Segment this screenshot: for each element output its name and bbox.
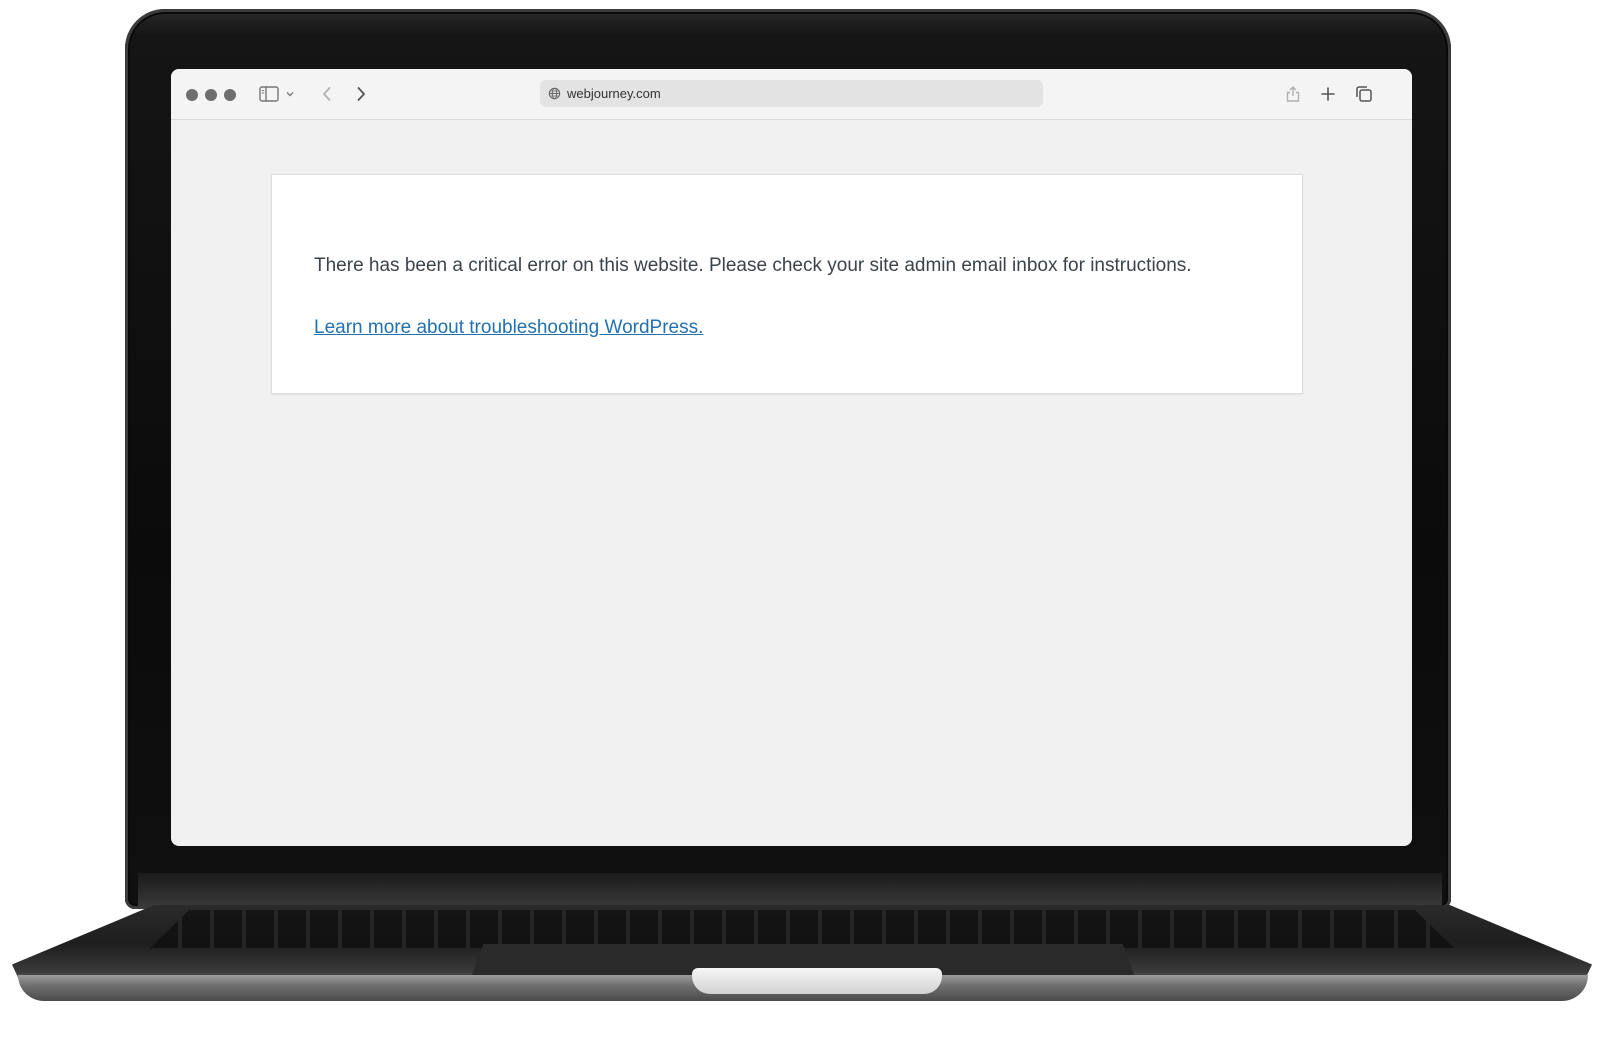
chevron-right-icon[interactable] — [349, 82, 373, 106]
lid-opening-notch — [692, 968, 942, 994]
troubleshooting-link[interactable]: Learn more about troubleshooting WordPre… — [314, 317, 703, 339]
zoom-dot[interactable] — [224, 89, 236, 101]
chevron-down-icon[interactable] — [283, 82, 297, 106]
share-icon[interactable] — [1281, 82, 1305, 106]
address-bar[interactable]: webjourney.com — [540, 80, 1043, 107]
browser-toolbar: webjourney.com — [171, 69, 1412, 120]
keyboard — [150, 910, 1454, 948]
error-message: There has been a critical error on this … — [314, 255, 1192, 276]
plus-icon[interactable] — [1316, 82, 1340, 106]
minimize-dot[interactable] — [205, 89, 217, 101]
tab-overview-icon[interactable] — [1352, 82, 1376, 106]
laptop-mockup: webjourney.com There has been a critical… — [0, 0, 1604, 1040]
laptop-hinge — [138, 873, 1442, 907]
close-dot[interactable] — [186, 89, 198, 101]
globe-icon — [548, 87, 561, 100]
chevron-left-icon[interactable] — [315, 82, 339, 106]
sidebar-toggle-icon[interactable] — [257, 82, 281, 106]
browser-window: webjourney.com There has been a critical… — [171, 69, 1412, 846]
url-text: webjourney.com — [567, 86, 661, 101]
error-card: There has been a critical error on this … — [271, 174, 1303, 394]
